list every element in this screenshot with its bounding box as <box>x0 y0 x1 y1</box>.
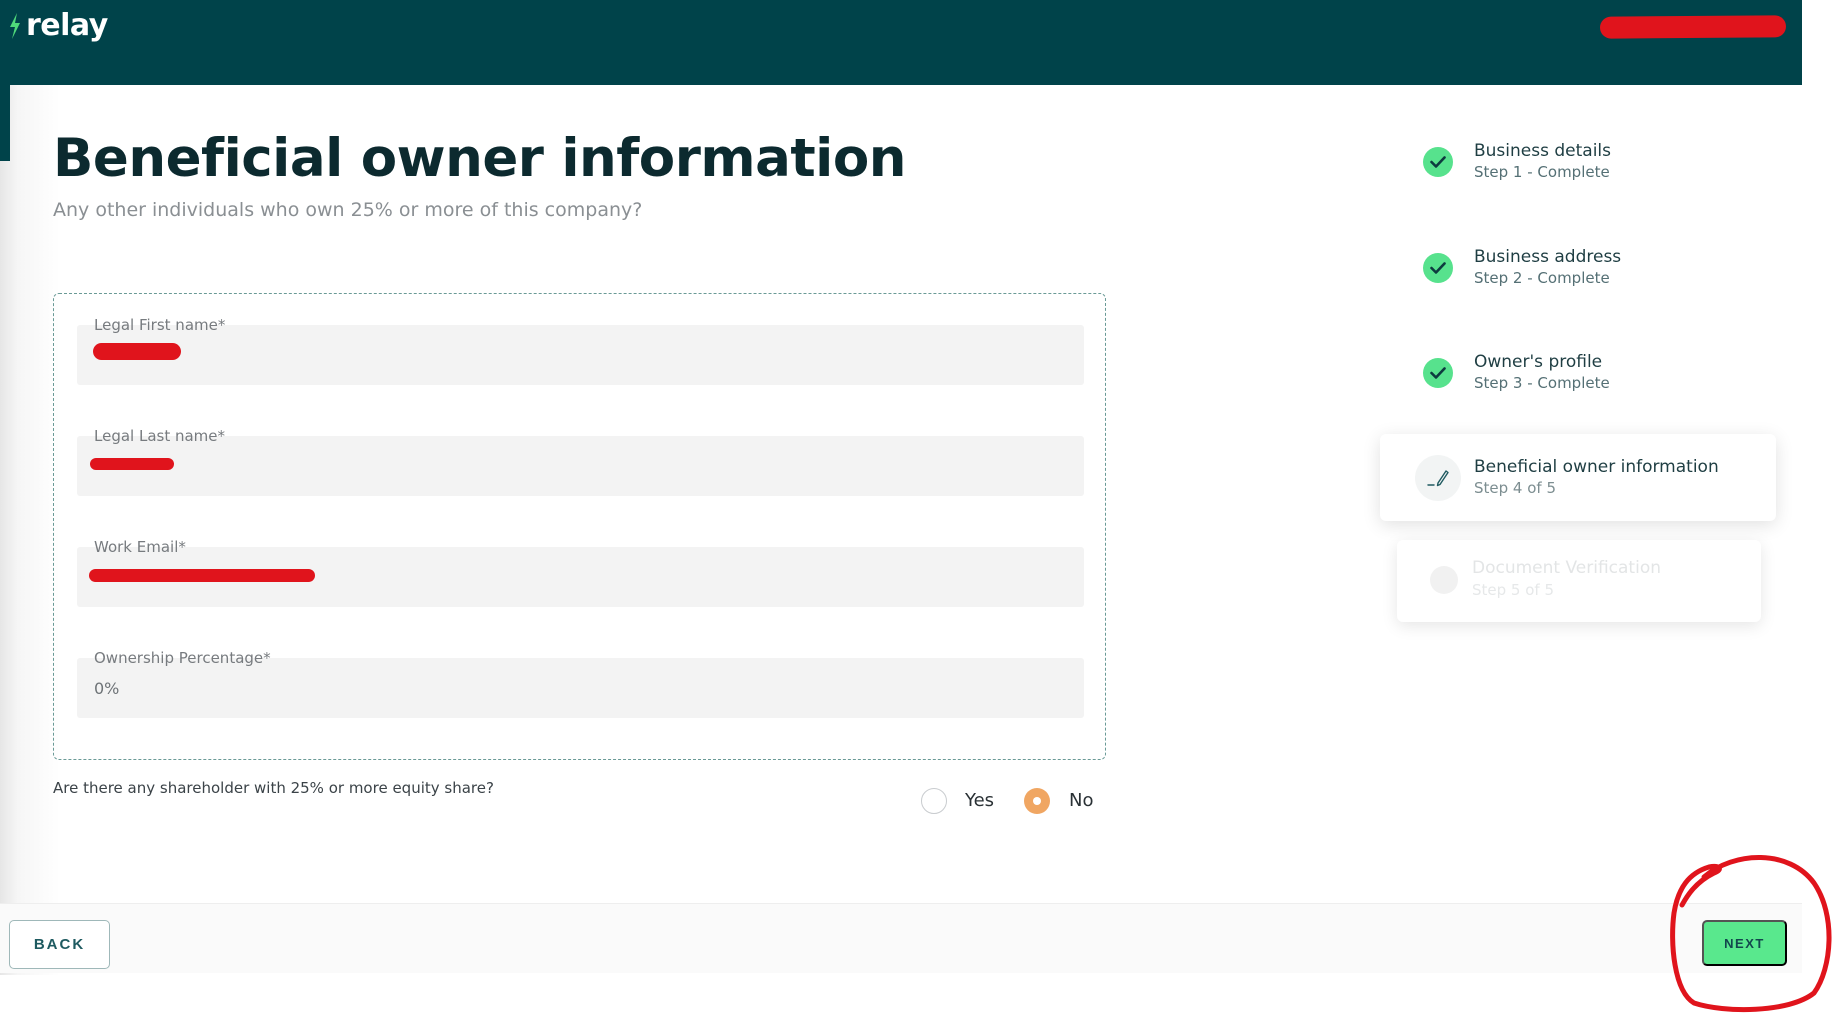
radio-yes[interactable] <box>921 788 947 814</box>
work-email-label: Work Email* <box>94 538 186 556</box>
first-name-field[interactable]: Legal First name* <box>77 316 1084 385</box>
pencil-icon <box>1415 455 1461 501</box>
step-status: Step 1 - Complete <box>1474 163 1610 181</box>
step-title: Beneficial owner information <box>1474 457 1719 477</box>
radio-yes-label[interactable]: Yes <box>965 790 994 811</box>
ownership-percentage-value: 0% <box>94 679 120 698</box>
work-email-field[interactable]: Work Email* <box>77 538 1084 607</box>
last-name-field[interactable]: Legal Last name* <box>77 427 1084 496</box>
ownership-percentage-label: Ownership Percentage* <box>94 649 271 667</box>
redacted-first-name <box>93 343 181 360</box>
check-icon <box>1423 253 1453 283</box>
step-status: Step 3 - Complete <box>1474 374 1610 392</box>
step-status: Step 2 - Complete <box>1474 269 1610 287</box>
step-title: Business details <box>1474 141 1612 161</box>
bolt-icon <box>10 12 20 39</box>
page-subtitle: Any other individuals who own 25% or mor… <box>53 199 643 221</box>
left-edge-shadow <box>0 85 60 975</box>
step-title: Document Verification <box>1472 558 1661 578</box>
ownership-percentage-field[interactable]: Ownership Percentage* 0% <box>77 649 1084 718</box>
logo-text: relay <box>26 8 108 43</box>
step-status: Step 5 of 5 <box>1472 581 1555 599</box>
owner-form-box: Legal First name* Legal Last name* Work … <box>53 293 1106 760</box>
radio-no-label[interactable]: No <box>1069 790 1093 811</box>
shareholder-question: Are there any shareholder with 25% or mo… <box>53 779 494 797</box>
last-name-label: Legal Last name* <box>94 427 226 445</box>
back-button[interactable]: BACK <box>9 920 110 969</box>
step-title: Owner's profile <box>1474 352 1603 372</box>
relay-logo[interactable]: relay <box>8 8 108 43</box>
first-name-label: Legal First name* <box>94 316 226 334</box>
step-beneficial-owner-card[interactable]: Beneficial owner information Step 4 of 5 <box>1380 434 1776 521</box>
step-status: Step 4 of 5 <box>1474 479 1557 497</box>
step-title: Business address <box>1474 247 1622 267</box>
redacted-last-name <box>90 458 174 470</box>
top-header: relay <box>0 0 1802 85</box>
check-icon <box>1423 147 1453 177</box>
footer-bar <box>0 903 1802 973</box>
pending-step-icon <box>1430 566 1458 594</box>
radio-no[interactable] <box>1024 788 1050 814</box>
left-edge-band <box>0 85 10 161</box>
redacted-account-name <box>1599 15 1787 39</box>
red-annotation-circle <box>1670 855 1832 1013</box>
page-title: Beneficial owner information <box>53 128 907 189</box>
step-document-verification-card[interactable]: Document Verification Step 5 of 5 <box>1397 540 1761 622</box>
check-icon <box>1423 358 1453 388</box>
redacted-email <box>89 569 315 582</box>
